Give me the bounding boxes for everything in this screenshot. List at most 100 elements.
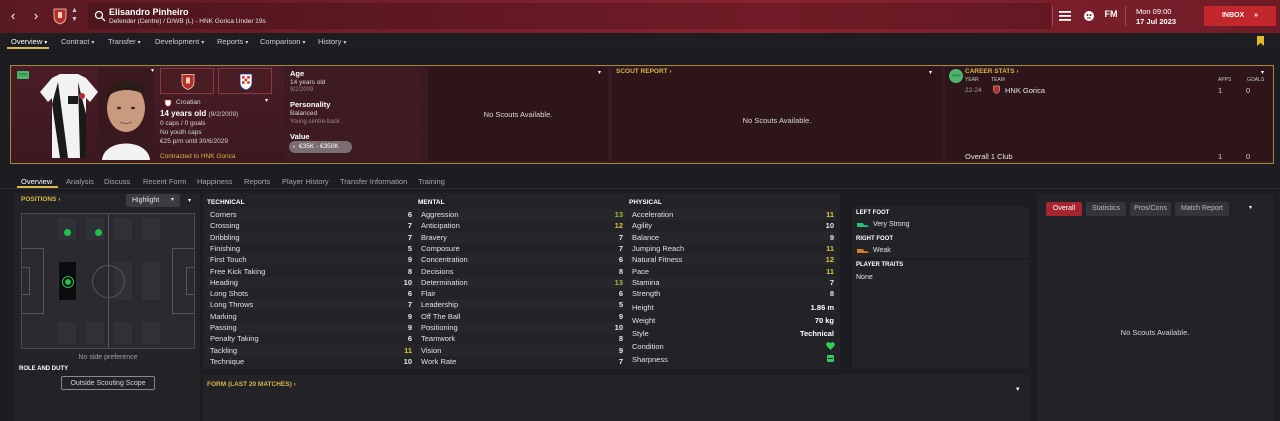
attribute-name[interactable]: Free Kick Taking [210, 266, 265, 277]
menu-history[interactable]: History ▾ [318, 37, 346, 46]
career-stats-title[interactable]: CAREER STATS › [965, 68, 1019, 75]
attribute-value: 13 [614, 210, 623, 219]
outside-scouting-scope-button[interactable]: Outside Scouting Scope [61, 376, 155, 390]
attribute-value: 10 [403, 357, 412, 366]
menu-development[interactable]: Development ▾ [155, 37, 204, 46]
menu-contract[interactable]: Contract ▾ [61, 37, 94, 46]
attribute-name[interactable]: Balance [632, 232, 659, 243]
game-date[interactable]: Mon 09:00 17 Jul 2023 [1130, 4, 1196, 30]
attribute-name[interactable]: Off The Ball [421, 311, 460, 322]
attribute-name[interactable]: Finishing [210, 243, 240, 254]
attribute-name[interactable]: Stamina [632, 277, 660, 288]
tab-overview[interactable]: Overview [21, 177, 52, 186]
attribute-name[interactable]: Agility [632, 220, 652, 231]
personality-sub: Young centre-back [290, 119, 340, 125]
col-team: TEAM [991, 77, 1005, 83]
player-traits-title: PLAYER TRAITS [856, 262, 904, 268]
form-title[interactable]: FORM (LAST 20 MATCHES) › [207, 381, 296, 388]
attribute-name[interactable]: Pace [632, 266, 649, 277]
attribute-name[interactable]: Flair [421, 288, 436, 299]
attribute-value: 13 [614, 278, 623, 287]
menu-transfer[interactable]: Transfer ▾ [108, 37, 141, 46]
attribute-row-stripe [418, 345, 625, 356]
attribute-value: 11 [404, 346, 412, 355]
attribute-name[interactable]: Positioning [421, 322, 458, 333]
career-row-goals: 0 [1246, 86, 1251, 95]
attribute-name[interactable]: Anticipation [421, 220, 460, 231]
inbox-button[interactable]: INBOX » [1204, 6, 1276, 26]
club-crest-icon[interactable] [53, 7, 67, 25]
attribute-name[interactable]: Composure [421, 243, 460, 254]
club-crest-box[interactable] [160, 68, 214, 94]
attribute-name[interactable]: Penalty Taking [210, 333, 259, 344]
menu-overview[interactable]: Overview ▾ [11, 37, 47, 46]
chevron-down-icon[interactable]: ▾ [265, 97, 268, 104]
chevron-down-icon[interactable]: ▾ [1261, 69, 1264, 76]
attribute-name[interactable]: Marking [210, 311, 237, 322]
menu-comparison[interactable]: Comparison ▾ [260, 37, 305, 46]
position-dot-secondary[interactable] [64, 229, 71, 236]
attribute-name[interactable]: Technique [210, 356, 244, 367]
attribute-name[interactable]: Tackling [210, 345, 237, 356]
chevron-down-icon[interactable]: ▾ [929, 69, 932, 76]
attribute-name[interactable]: Strength [632, 288, 660, 299]
tab-overall[interactable]: Overall [1046, 202, 1082, 216]
search-icon[interactable] [94, 10, 106, 22]
player-up-down-icon[interactable]: ▲ ▼ [71, 6, 79, 24]
attribute-name[interactable]: Aggression [421, 209, 459, 220]
attribute-name[interactable]: Natural Fitness [632, 254, 682, 265]
manager-icon[interactable] [1083, 10, 1095, 22]
attribute-name[interactable]: Determination [421, 277, 468, 288]
attribute-name[interactable]: Teamwork [421, 333, 455, 344]
date-time: Mon 09:00 [1136, 7, 1172, 16]
tab-training[interactable]: Training [418, 177, 445, 186]
attribute-name[interactable]: Corners [210, 209, 237, 220]
attribute-name[interactable]: Decisions [421, 266, 454, 277]
chevron-down-icon[interactable]: ▾ [151, 67, 154, 74]
tab-reports[interactable]: Reports [244, 177, 270, 186]
attribute-name[interactable]: Long Throws [210, 299, 253, 310]
chevron-down-icon[interactable]: ▾ [188, 197, 191, 204]
chevron-down-icon[interactable]: ▾ [598, 69, 601, 76]
menu-reports[interactable]: Reports ▾ [217, 37, 248, 46]
tab-transfer-information[interactable]: Transfer Information [340, 177, 407, 186]
contract-link[interactable]: Contracted to HNK Gorica [160, 153, 236, 160]
attribute-name[interactable]: First Touch [210, 254, 247, 265]
attribute-name[interactable]: Crossing [210, 220, 240, 231]
tab-recent-form[interactable]: Recent Form [143, 177, 186, 186]
attribute-name[interactable]: Acceleration [632, 209, 673, 220]
attribute-name[interactable]: Jumping Reach [632, 243, 684, 254]
attribute-name[interactable]: Long Shots [210, 288, 248, 299]
chevron-down-icon[interactable]: ▾ [1249, 204, 1252, 211]
back-arrow-icon[interactable]: ‹ [6, 8, 20, 24]
scout-report-title[interactable]: SCOUT REPORT › [616, 68, 672, 75]
attribute-name[interactable]: Work Rate [421, 356, 456, 367]
highlight-dropdown[interactable]: Highlight ▾ [126, 194, 180, 207]
attribute-name[interactable]: Concentration [421, 254, 468, 265]
position-dot-primary[interactable] [63, 277, 73, 287]
fm-logo-button[interactable]: FM [1103, 9, 1119, 23]
menu-icon[interactable] [1059, 11, 1071, 21]
position-dot-secondary[interactable] [95, 229, 102, 236]
tab-match-report[interactable]: Match Report [1175, 202, 1229, 216]
pitch-zone [114, 218, 132, 240]
tab-happiness[interactable]: Happiness [197, 177, 232, 186]
pitch-centre-circle [92, 265, 125, 298]
nation-crest-box[interactable] [218, 68, 272, 94]
tab-player-history[interactable]: Player History [282, 177, 329, 186]
attribute-name[interactable]: Leadership [421, 299, 458, 310]
positions-title[interactable]: POSITIONS › [21, 196, 60, 203]
attribute-name[interactable]: Bravery [421, 232, 447, 243]
tab-statistics[interactable]: Statistics [1086, 202, 1126, 216]
attribute-name[interactable]: Heading [210, 277, 238, 288]
career-row-team[interactable]: HNK Gorica [1005, 86, 1045, 95]
tab-pros-cons[interactable]: Pros/Cons [1130, 202, 1171, 216]
attribute-name[interactable]: Dribbling [210, 232, 240, 243]
tab-analysis[interactable]: Analysis [66, 177, 94, 186]
forward-arrow-icon[interactable]: › [29, 8, 43, 24]
attribute-name[interactable]: Vision [421, 345, 441, 356]
attribute-name[interactable]: Passing [210, 322, 237, 333]
chevron-down-icon[interactable]: ▾ [1016, 385, 1020, 393]
attribute-value: 7 [407, 300, 412, 309]
tab-discuss[interactable]: Discuss [104, 177, 130, 186]
